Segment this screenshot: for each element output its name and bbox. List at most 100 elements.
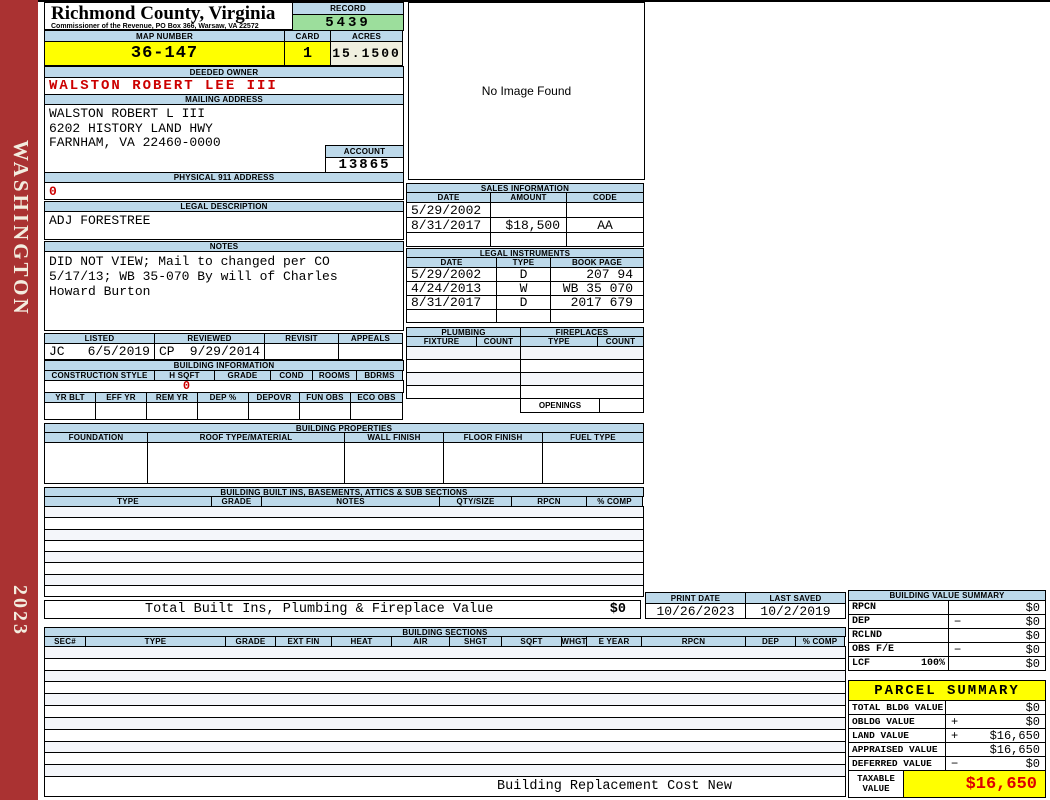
bvs-label: DEP xyxy=(852,616,871,627)
title-block: Richmond County, Virginia Commissioner o… xyxy=(44,2,404,31)
bvs-op: − xyxy=(954,614,962,629)
notes-block: DID NOT VIEW; Mail to changed per CO 5/1… xyxy=(44,251,404,331)
parcel-value: $0 xyxy=(1025,756,1040,771)
taxable-label: TAXABLE VALUE xyxy=(848,770,904,798)
empty-row xyxy=(45,729,845,742)
deeded-owner-section: DEEDED OWNER WALSTON ROBERT LEE III xyxy=(44,66,404,95)
sales-code xyxy=(566,202,644,218)
parcel-op: − xyxy=(951,756,959,771)
sales-date xyxy=(406,232,491,247)
li-bookpage: WB 35 070 xyxy=(550,281,644,296)
parcel-row: LAND VALUE + $16,650 xyxy=(848,728,1046,743)
sales-date: 8/31/2017 xyxy=(406,217,491,233)
bvs-label: OBS F/E xyxy=(852,644,895,655)
building-properties-section: BUILDING PROPERTIES FOUNDATION ROOF TYPE… xyxy=(44,423,644,485)
reviewed-by: CP xyxy=(159,344,175,359)
physical-address-section: PHYSICAL 911 ADDRESS 0 xyxy=(44,172,404,201)
listed-value: JC 6/5/2019 xyxy=(44,343,155,360)
sales-code xyxy=(566,232,644,247)
parcel-summary: PARCEL SUMMARY TOTAL BLDG VALUE $0 OBLDG… xyxy=(848,680,1046,798)
building-sections-footer: Building Replacement Cost New xyxy=(44,776,846,797)
sales-date: 5/29/2002 xyxy=(406,202,491,218)
li-date: 5/29/2002 xyxy=(406,267,497,282)
physical-address-value: 0 xyxy=(44,182,404,200)
empty-row xyxy=(45,682,845,695)
property-record-card-page: { "colors": {"header_blue":"#BDD9EA","re… xyxy=(0,0,1050,800)
parcel-op: + xyxy=(951,714,959,729)
building-value-summary: BUILDING VALUE SUMMARY RPCN $0 DEP − $0 … xyxy=(848,590,1046,671)
last-saved-value: 10/2/2019 xyxy=(745,603,846,619)
banner-county-text: WASHINGTON xyxy=(9,140,33,317)
plumbing-rows xyxy=(406,346,521,399)
bvs-value-cell: $0 xyxy=(948,628,1046,643)
parcel-label: APPRAISED VALUE xyxy=(848,742,946,757)
built-ins-rows xyxy=(44,506,644,597)
bvs-value: $0 xyxy=(1025,600,1040,615)
taxable-row: TAXABLE VALUE $16,650 xyxy=(848,770,1046,798)
taxable-value: $16,650 xyxy=(903,770,1046,798)
sales-amount xyxy=(490,202,567,218)
empty-row xyxy=(45,706,845,718)
note-line: 5/17/13; WB 35-070 By will of Charles xyxy=(49,269,338,284)
parcel-row: DEFERRED VALUE − $0 xyxy=(848,756,1046,771)
li-bookpage xyxy=(550,309,644,323)
yrblt-value xyxy=(44,402,96,420)
print-saved-section: PRINT DATE LAST SAVED 10/26/2023 10/2/20… xyxy=(645,592,846,619)
parcel-row: OBLDG VALUE + $0 xyxy=(848,714,1046,729)
floor-finish-value xyxy=(443,442,543,484)
bvs-label-cell: OBS F/E xyxy=(848,642,949,657)
bvs-value: $0 xyxy=(1025,628,1040,643)
parcel-value: $16,650 xyxy=(989,728,1040,743)
parcel-row: APPRAISED VALUE $16,650 xyxy=(848,742,1046,757)
bvs-row: OBS F/E − $0 xyxy=(848,642,1046,657)
parcel-value-cell: − $0 xyxy=(945,756,1046,771)
parcel-value-cell: $0 xyxy=(945,700,1046,715)
dep-pct-value xyxy=(197,402,249,420)
revisit-value xyxy=(264,343,339,360)
empty-row xyxy=(521,386,643,398)
empty-row xyxy=(407,347,520,360)
empty-row xyxy=(45,574,643,586)
bvs-op: − xyxy=(954,642,962,657)
bvs-value: $0 xyxy=(1025,614,1040,629)
parcel-value-cell: + $0 xyxy=(945,714,1046,729)
empty-row xyxy=(45,670,845,683)
banner-year-text: 2023 xyxy=(9,585,31,637)
bvs-value: $0 xyxy=(1025,656,1040,671)
parcel-value: $0 xyxy=(1025,714,1040,729)
empty-row xyxy=(407,386,520,398)
sales-code: AA xyxy=(566,217,644,233)
li-date: 4/24/2013 xyxy=(406,281,497,296)
bvs-value-cell: − $0 xyxy=(948,614,1046,629)
bvs-label-cell: LCF 100% xyxy=(848,656,949,671)
fireplaces-rows xyxy=(520,346,644,399)
fuel-type-value xyxy=(542,442,644,484)
notes-section: NOTES DID NOT VIEW; Mail to changed per … xyxy=(44,241,404,332)
li-type xyxy=(496,309,551,323)
reviewed-date: 9/29/2014 xyxy=(189,344,260,359)
parcel-row: TOTAL BLDG VALUE $0 xyxy=(848,700,1046,715)
acres-value: 15.1500 xyxy=(330,41,403,66)
empty-row xyxy=(45,765,845,776)
plumbing-section: PLUMBING FIXTURE COUNT xyxy=(406,327,521,399)
empty-row xyxy=(407,360,520,373)
remyr-value xyxy=(146,402,198,420)
empty-row xyxy=(45,540,643,552)
mailing-address-section: MAILING ADDRESS WALSTON ROBERT L III 620… xyxy=(44,94,404,173)
sales-amount: $18,500 xyxy=(490,217,567,233)
bvs-pct: 100% xyxy=(920,658,945,669)
deeded-owner-value: WALSTON ROBERT LEE III xyxy=(44,77,404,95)
li-bookpage: 207 94 xyxy=(550,267,644,282)
li-type: D xyxy=(496,267,551,282)
li-date: 8/31/2017 xyxy=(406,295,497,310)
mailing-address-block: WALSTON ROBERT L III 6202 HISTORY LAND H… xyxy=(44,104,404,173)
empty-row xyxy=(521,347,643,360)
li-bookpage: 2017 679 xyxy=(550,295,644,310)
empty-row xyxy=(45,529,643,541)
sales-row: 5/29/2002 xyxy=(406,202,644,218)
left-red-banner: WASHINGTON 2023 xyxy=(0,0,38,800)
legal-instrument-row: 8/31/2017 D 2017 679 xyxy=(406,295,644,310)
sales-amount xyxy=(490,232,567,247)
bvs-row: RCLND $0 xyxy=(848,628,1046,643)
fireplaces-section: FIREPLACES TYPE COUNT OPENINGS xyxy=(520,327,644,415)
